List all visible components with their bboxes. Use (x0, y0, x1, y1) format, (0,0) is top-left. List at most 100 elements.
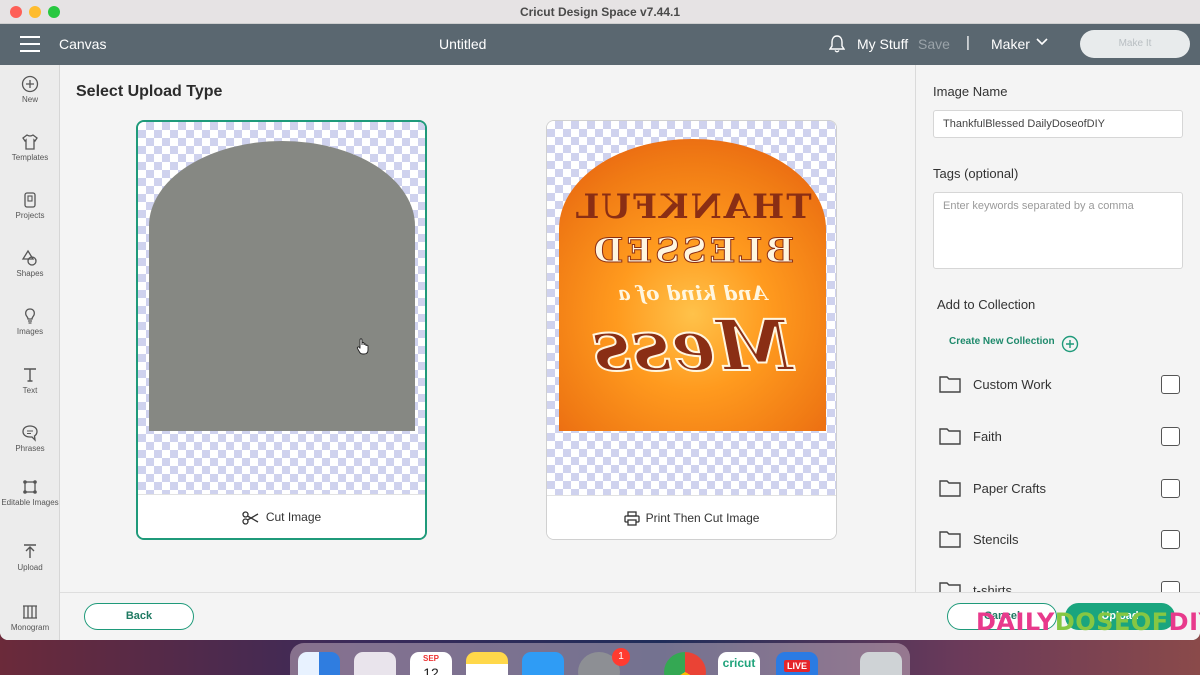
card-footer: Cut Image (138, 494, 425, 538)
editable-images-icon (23, 480, 37, 494)
macos-dock: SEP 12 cricut LIVE (290, 643, 910, 675)
folder-icon (939, 531, 961, 548)
save-button[interactable]: Save (918, 36, 950, 52)
folder-icon (939, 376, 961, 393)
chrome-icon[interactable] (664, 652, 706, 675)
trash-icon[interactable] (860, 652, 902, 675)
add-to-collection-label: Add to Collection (937, 297, 1036, 312)
canvas-label: Canvas (59, 36, 107, 52)
projects-icon (24, 192, 36, 208)
sidebar-item-label: Projects (15, 211, 45, 220)
sidebar-item-label: Templates (11, 153, 49, 162)
folder-icon (939, 582, 961, 592)
create-collection-link[interactable]: Create New Collection (949, 336, 1055, 347)
artwork-text-line: Mess (591, 303, 794, 388)
collection-item[interactable]: Custom Work (939, 374, 1184, 396)
sidebar-item-new[interactable]: New (0, 75, 60, 105)
image-name-label: Image Name (933, 84, 1008, 99)
hamburger-menu-icon[interactable] (20, 36, 40, 57)
collection-item[interactable]: Paper Crafts (939, 478, 1184, 500)
sidebar-item-upload[interactable]: Upload (0, 543, 60, 573)
main-content: Select Upload Type Cut Image THANKFUL BL… (60, 65, 915, 592)
my-stuff-button[interactable]: My Stuff (857, 36, 908, 52)
watermark-part: DAILY (976, 608, 1055, 636)
folder-icon (939, 480, 961, 497)
sidebar-item-label: Phrases (15, 444, 45, 453)
plus-circle-icon (21, 75, 39, 93)
image-preview (138, 122, 425, 496)
cut-silhouette (149, 141, 415, 431)
document-title[interactable]: Untitled (439, 36, 486, 52)
calendar-day: 12 (423, 665, 439, 675)
tags-input[interactable]: Enter keywords separated by a comma (933, 192, 1183, 269)
cricut-app-icon[interactable]: cricut (718, 652, 760, 675)
calendar-icon[interactable]: SEP 12 (410, 652, 452, 675)
uploaded-artwork: THANKFUL BLESSED And kind of a Mess (559, 139, 826, 431)
collection-checkbox[interactable] (1161, 530, 1180, 549)
print-then-cut-card[interactable]: THANKFUL BLESSED And kind of a Mess Prin… (546, 120, 837, 540)
title-bar: Cricut Design Space v7.44.1 (0, 0, 1200, 24)
upload-icon (24, 544, 36, 558)
toolbar-separator: | (966, 34, 970, 51)
collection-checkbox[interactable] (1161, 479, 1180, 498)
launchpad-icon[interactable] (354, 652, 396, 675)
sidebar-item-editable-images[interactable]: Editable Images (0, 478, 60, 508)
machine-selector[interactable]: Maker (991, 36, 1030, 52)
make-it-button[interactable]: Make It (1080, 30, 1190, 58)
folder-icon (939, 428, 961, 445)
sidebar-item-shapes[interactable]: Shapes (0, 249, 60, 279)
live-label: LIVE (784, 660, 811, 672)
back-button[interactable]: Back (84, 603, 194, 630)
monogram-icon (23, 605, 37, 619)
top-toolbar: Canvas Untitled My Stuff Save | Maker Ma… (0, 24, 1200, 65)
sidebar-item-phrases[interactable]: Phrases (0, 424, 60, 454)
live-app-icon[interactable]: LIVE (776, 652, 818, 675)
cut-image-card[interactable]: Cut Image (136, 120, 427, 540)
image-preview: THANKFUL BLESSED And kind of a Mess (547, 121, 836, 495)
card-footer: Print Then Cut Image (547, 495, 836, 539)
collection-item[interactable]: Stencils (939, 529, 1184, 551)
sidebar-item-label: Editable Images (1, 498, 59, 507)
card-label: Cut Image (265, 510, 322, 524)
collection-checkbox[interactable] (1161, 427, 1180, 446)
collection-checkbox[interactable] (1161, 375, 1180, 394)
speech-bubble-icon (22, 425, 38, 442)
right-panel: Image Name ThankfulBlessed DailyDoseofDI… (915, 65, 1200, 592)
page-title: Select Upload Type (76, 83, 223, 100)
collection-item[interactable]: Faith (939, 426, 1184, 448)
collection-checkbox[interactable] (1161, 581, 1180, 592)
sidebar-item-label: Shapes (16, 269, 44, 278)
sidebar-item-images[interactable]: Images (0, 307, 60, 337)
chevron-down-icon[interactable] (1036, 38, 1048, 46)
sidebar-item-projects[interactable]: Projects (0, 191, 60, 221)
cricut-dock-label: cricut (722, 656, 756, 670)
sidebar-item-label: Monogram (10, 623, 50, 632)
collection-name: Faith (973, 429, 1002, 444)
image-name-input[interactable]: ThankfulBlessed DailyDoseofDIY (933, 110, 1183, 138)
collection-item[interactable]: t-shirts (939, 580, 1184, 592)
text-icon (24, 368, 36, 382)
artwork-text-line: BLESSED (590, 231, 795, 272)
printer-icon (623, 511, 640, 526)
sidebar-item-label: New (21, 95, 38, 104)
sidebar-item-label: Upload (17, 563, 43, 572)
sidebar-item-label: Text (22, 386, 38, 395)
watermark-part: DOSEOF (1054, 608, 1169, 636)
sidebar-item-label: Images (16, 327, 44, 336)
bell-icon[interactable] (829, 35, 845, 53)
app-store-icon[interactable] (522, 652, 564, 675)
finder-icon[interactable] (298, 652, 340, 675)
collection-name: Stencils (973, 532, 1019, 547)
hand-cursor-icon (356, 338, 369, 355)
notes-icon[interactable] (466, 652, 508, 675)
tshirt-icon (22, 134, 38, 150)
sidebar-item-text[interactable]: Text (0, 366, 60, 396)
notification-badge: 1 (612, 648, 630, 666)
scissors-icon (242, 511, 259, 525)
plus-circle-icon[interactable] (1061, 335, 1079, 353)
lightbulb-icon (25, 308, 35, 324)
artwork-text-line: And kind of a (617, 281, 768, 305)
sidebar-item-templates[interactable]: Templates (0, 133, 60, 163)
left-sidebar: New Templates Projects Shapes Images Tex… (0, 65, 60, 640)
sidebar-item-monogram[interactable]: Monogram (0, 603, 60, 633)
